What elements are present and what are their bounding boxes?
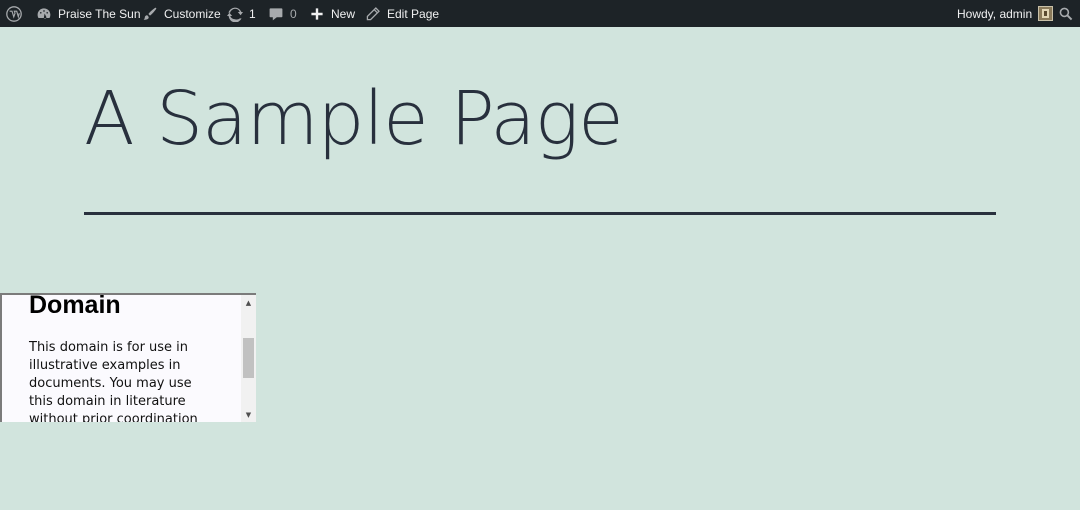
wordpress-logo-button[interactable] — [6, 0, 28, 27]
customize-button[interactable]: Customize — [142, 0, 221, 27]
customize-label: Customize — [164, 6, 221, 21]
admin-bar: Praise The Sun Customize 1 0 New Edit Pa… — [0, 0, 1080, 27]
updates-count: 1 — [249, 6, 256, 21]
new-label: New — [331, 6, 356, 21]
site-name-button[interactable]: Praise The Sun — [36, 0, 141, 27]
embedded-frame[interactable]: Domain This domain is for use in illustr… — [0, 293, 256, 422]
page-title: A Sample Page — [84, 76, 624, 162]
my-account-button[interactable]: Howdy, admin — [957, 0, 1054, 27]
avatar — [1038, 6, 1054, 21]
wordpress-icon — [6, 5, 22, 22]
new-content-button[interactable]: New — [309, 0, 355, 27]
refresh-icon — [227, 6, 243, 22]
title-divider — [84, 212, 996, 215]
edit-page-button[interactable]: Edit Page — [365, 0, 439, 27]
site-name-label: Praise The Sun — [58, 6, 141, 21]
comment-icon — [268, 6, 284, 22]
greeting-label: Howdy, admin — [957, 6, 1033, 21]
edit-page-label: Edit Page — [387, 6, 440, 21]
dashboard-icon — [36, 6, 52, 22]
scroll-up-arrow-icon[interactable]: ▲ — [241, 295, 256, 310]
search-button[interactable] — [1058, 0, 1074, 27]
scroll-thumb[interactable] — [243, 338, 254, 378]
embed-heading: Domain — [29, 293, 121, 319]
comments-count: 0 — [290, 6, 297, 21]
updates-button[interactable]: 1 — [227, 0, 256, 27]
comments-button[interactable]: 0 — [268, 0, 297, 27]
paintbrush-icon — [142, 6, 158, 22]
scroll-down-arrow-icon[interactable]: ▼ — [241, 407, 256, 422]
embed-scrollbar[interactable]: ▲ ▼ — [241, 295, 256, 422]
pencil-icon — [365, 6, 381, 22]
plus-icon — [309, 6, 325, 22]
embed-content: Domain This domain is for use in illustr… — [29, 293, 209, 422]
embed-paragraph: This domain is for use in illustrative e… — [29, 340, 198, 422]
search-icon — [1058, 6, 1074, 22]
